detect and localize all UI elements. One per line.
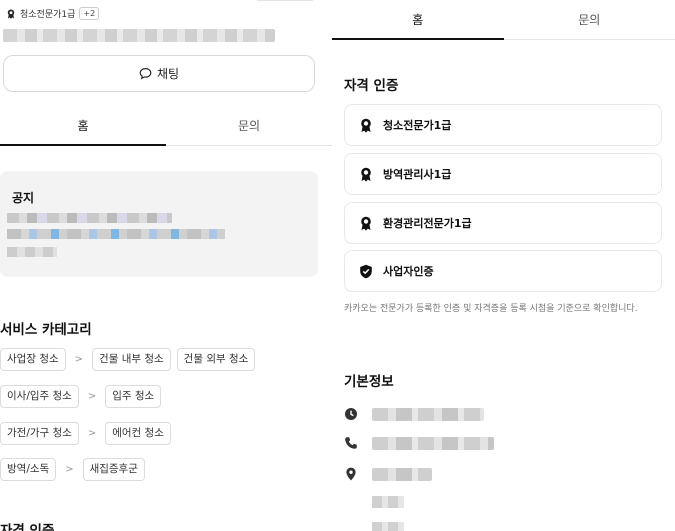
chat-button[interactable]: 채팅 <box>3 55 315 92</box>
medal-icon <box>361 216 371 231</box>
info-row-phone <box>344 436 494 450</box>
medal-icon <box>7 8 15 19</box>
cert-section-title: 자격 인증 <box>344 78 399 94</box>
category-chip[interactable]: 방역/소독 <box>0 458 57 481</box>
blurred-address <box>372 522 404 531</box>
chevron-right-icon: > <box>87 391 97 402</box>
medal-icon <box>361 118 371 133</box>
location-pin-icon <box>346 467 356 481</box>
cert-label: 방역관리사1급 <box>383 168 452 181</box>
tab-home[interactable]: 홈 <box>332 0 504 40</box>
category-chip[interactable]: 건물 외부 청소 <box>176 348 256 371</box>
notice-card <box>0 171 318 277</box>
left-panel: 청소전문가1급 +2 채팅 홈 문의 공지 서비스 카테고리 사업장 청소 > … <box>0 0 332 531</box>
cert-badge-label: 청소전문가1급 <box>20 10 76 20</box>
cert-label: 환경관리전문가1급 <box>383 217 472 230</box>
cert-card[interactable]: 방역관리사1급 <box>344 153 662 195</box>
cert-disclaimer: 카카오는 전문가가 등록한 인증 및 자격증을 등록 시점을 기준으로 확인합니… <box>344 304 638 314</box>
notice-title: 공지 <box>12 191 35 205</box>
blurred-text <box>3 29 275 42</box>
cert-label: 청소전문가1급 <box>383 119 452 132</box>
phone-icon <box>345 437 357 449</box>
cert-card[interactable]: 사업자인증 <box>344 250 662 292</box>
blurred-address <box>372 467 432 481</box>
shield-check-icon <box>360 264 372 278</box>
chevron-right-icon: > <box>74 354 84 365</box>
cert-badge-row[interactable]: 청소전문가1급 +2 <box>6 7 100 20</box>
blurred-notice-text <box>7 229 225 239</box>
service-category-title: 서비스 카테고리 <box>0 322 92 338</box>
chevron-right-icon: > <box>65 464 74 475</box>
info-row-hours <box>344 407 484 421</box>
tab-inquiry[interactable]: 문의 <box>504 0 675 39</box>
cert-card[interactable]: 청소전문가1급 <box>344 104 662 146</box>
info-row-address <box>344 467 432 481</box>
category-row: 가전/가구 청소 > 에어컨 청소 <box>0 422 171 445</box>
category-row: 이사/입주 청소 > 입주 청소 <box>0 385 162 408</box>
category-chip[interactable]: 사업장 청소 <box>0 348 66 371</box>
chevron-right-icon: > <box>87 428 97 439</box>
cert-section-title-peek: 자격 인증 <box>0 523 55 531</box>
tab-bar: 홈 문의 <box>332 0 675 40</box>
blurred-phone[interactable] <box>372 436 494 450</box>
cert-card[interactable]: 환경관리전문가1급 <box>344 202 662 244</box>
blurred-address <box>372 496 404 508</box>
more-badge[interactable]: +2 <box>79 7 100 20</box>
chat-bubble-icon <box>139 68 152 80</box>
category-chip[interactable]: 에어컨 청소 <box>105 422 171 445</box>
category-chip[interactable]: 건물 내부 청소 <box>92 348 171 371</box>
tab-home[interactable]: 홈 <box>0 113 166 146</box>
right-panel: 홈 문의 자격 인증 청소전문가1급 방역관리사1급 환경관리전문가1급 사업자… <box>332 0 675 531</box>
blurred-notice-text <box>7 247 57 257</box>
category-chip[interactable]: 새집증후군 <box>82 458 145 481</box>
category-chip[interactable]: 입주 청소 <box>105 385 162 408</box>
category-chip[interactable]: 이사/입주 청소 <box>0 385 79 408</box>
medal-icon <box>361 167 371 182</box>
basic-info-title: 기본정보 <box>344 374 394 390</box>
chat-button-label: 채팅 <box>156 67 180 81</box>
clock-icon <box>345 408 357 420</box>
cert-label: 사업자인증 <box>383 265 434 278</box>
blurred-notice-text <box>7 213 172 223</box>
divider <box>257 0 313 1</box>
tab-bar: 홈 문의 <box>0 113 332 146</box>
tab-inquiry[interactable]: 문의 <box>166 113 332 145</box>
category-chip[interactable]: 가전/가구 청소 <box>0 422 79 445</box>
category-row: 사업장 청소 > 건물 내부 청소 건물 외부 청소 <box>0 348 256 371</box>
blurred-hours <box>372 407 484 421</box>
category-row: 방역/소독 > 새집증후군 <box>0 458 145 481</box>
